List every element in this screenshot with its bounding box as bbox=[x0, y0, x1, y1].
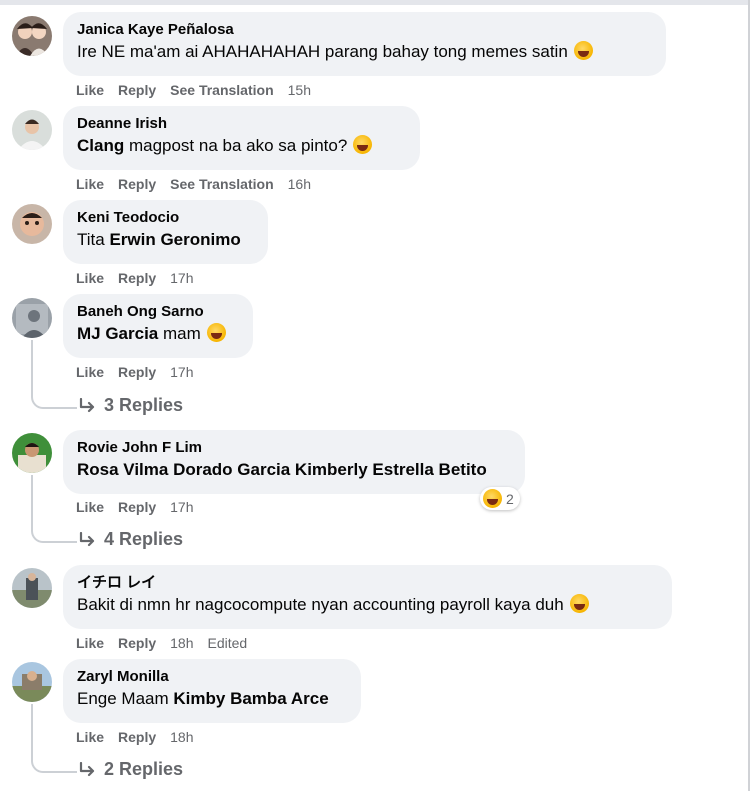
view-replies-button[interactable]: 4 Replies bbox=[78, 529, 183, 550]
thread-line bbox=[31, 704, 77, 773]
comment-author[interactable]: Deanne Irish bbox=[77, 114, 406, 134]
comment-author[interactable]: Janica Kaye Peñalosa bbox=[77, 20, 652, 40]
laughing-emoji-icon bbox=[573, 41, 593, 60]
wink-emoji-icon bbox=[569, 594, 589, 613]
comment-bubble: Keni Teodocio Tita Erwin Geronimo bbox=[63, 200, 268, 264]
see-translation-button[interactable]: See Translation bbox=[170, 82, 273, 98]
avatar[interactable] bbox=[12, 298, 52, 338]
avatar[interactable] bbox=[12, 110, 52, 150]
replies-count: 2 Replies bbox=[104, 759, 184, 779]
comment-bubble: Deanne Irish Clang magpost na ba ako sa … bbox=[63, 106, 420, 170]
avatar[interactable] bbox=[12, 204, 52, 244]
reply-button[interactable]: Reply bbox=[118, 729, 156, 745]
reply-arrow-icon bbox=[79, 531, 95, 546]
comment-timestamp[interactable]: 18h bbox=[170, 635, 193, 651]
like-button[interactable]: Like bbox=[76, 270, 104, 286]
comment-bubble: イチロ レイ Bakit di nmn hr nagcocompute nyan… bbox=[63, 565, 672, 629]
comment-author[interactable]: イチロ レイ bbox=[77, 573, 658, 593]
comment-text: Rosa Vilma Dorado Garcia Kimberly Estrel… bbox=[77, 458, 511, 482]
reaction-badge[interactable]: 2 bbox=[480, 487, 520, 510]
comment-bubble: Janica Kaye Peñalosa Ire NE ma'am ai AHA… bbox=[63, 12, 666, 76]
reply-button[interactable]: Reply bbox=[118, 364, 156, 380]
like-button[interactable]: Like bbox=[76, 635, 104, 651]
comment-actions: Like Reply 18h Edited bbox=[76, 635, 261, 651]
view-replies-button[interactable]: 2 Replies bbox=[78, 759, 183, 780]
avatar[interactable] bbox=[12, 433, 52, 473]
mention-link[interactable]: Rosa Vilma Dorado Garcia Kimberly Estrel… bbox=[77, 460, 487, 479]
comment-timestamp[interactable]: 16h bbox=[288, 176, 311, 192]
thread-line bbox=[31, 340, 77, 409]
comment-text: Ire NE ma'am ai AHAHAHAHAH parang bahay … bbox=[77, 40, 652, 64]
see-translation-button[interactable]: See Translation bbox=[170, 176, 273, 192]
comment-text: Tita Erwin Geronimo bbox=[77, 230, 241, 249]
comment-text: Clang magpost na ba ako sa pinto? bbox=[77, 134, 406, 158]
like-button[interactable]: Like bbox=[76, 729, 104, 745]
reply-button[interactable]: Reply bbox=[118, 635, 156, 651]
comment-actions: Like Reply 18h bbox=[76, 729, 208, 745]
comment-actions: Like Reply 17h bbox=[76, 499, 208, 515]
comment-timestamp[interactable]: 18h bbox=[170, 729, 193, 745]
reply-button[interactable]: Reply bbox=[118, 270, 156, 286]
like-button[interactable]: Like bbox=[76, 82, 104, 98]
comment-author[interactable]: Keni Teodocio bbox=[77, 208, 254, 228]
avatar[interactable] bbox=[12, 662, 52, 702]
thread-line bbox=[31, 475, 77, 543]
comment-bubble: Baneh Ong Sarno MJ Garcia mam bbox=[63, 294, 253, 358]
like-button[interactable]: Like bbox=[76, 499, 104, 515]
reaction-count: 2 bbox=[506, 490, 514, 507]
reply-arrow-icon bbox=[79, 397, 95, 412]
replies-count: 3 Replies bbox=[104, 395, 184, 415]
reply-button[interactable]: Reply bbox=[118, 176, 156, 192]
view-replies-button[interactable]: 3 Replies bbox=[78, 395, 183, 416]
mention-link[interactable]: Kimby Bamba Arce bbox=[173, 689, 328, 708]
comment-text: MJ Garcia mam bbox=[77, 322, 239, 346]
top-divider bbox=[0, 0, 750, 5]
comment-author[interactable]: Zaryl Monilla bbox=[77, 667, 347, 687]
comment-timestamp[interactable]: 17h bbox=[170, 499, 193, 515]
avatar[interactable] bbox=[12, 16, 52, 56]
edited-label: Edited bbox=[207, 635, 248, 651]
comment-timestamp[interactable]: 15h bbox=[288, 82, 311, 98]
comment-actions: Like Reply 17h bbox=[76, 270, 208, 286]
mention-link[interactable]: Clang bbox=[77, 136, 124, 155]
comment-bubble: Rovie John F Lim Rosa Vilma Dorado Garci… bbox=[63, 430, 525, 494]
like-button[interactable]: Like bbox=[76, 364, 104, 380]
comment-text: Bakit di nmn hr nagcocompute nyan accoun… bbox=[77, 593, 658, 617]
comment-actions: Like Reply See Translation 15h bbox=[76, 82, 325, 98]
comment-author[interactable]: Rovie John F Lim bbox=[77, 438, 511, 458]
comment-actions: Like Reply 17h bbox=[76, 364, 208, 380]
avatar[interactable] bbox=[12, 568, 52, 608]
mention-link[interactable]: MJ Garcia bbox=[77, 324, 158, 343]
comment-timestamp[interactable]: 17h bbox=[170, 364, 193, 380]
laughing-emoji-icon bbox=[353, 135, 373, 154]
replies-count: 4 Replies bbox=[104, 529, 184, 549]
mention-link[interactable]: Erwin Geronimo bbox=[109, 230, 240, 249]
comment-actions: Like Reply See Translation 16h bbox=[76, 176, 325, 192]
comment-author[interactable]: Baneh Ong Sarno bbox=[77, 302, 239, 322]
reply-button[interactable]: Reply bbox=[118, 82, 156, 98]
rofl-emoji-icon bbox=[206, 323, 226, 342]
like-button[interactable]: Like bbox=[76, 176, 104, 192]
haha-reaction-icon bbox=[483, 489, 502, 508]
reply-arrow-icon bbox=[79, 761, 95, 776]
reply-button[interactable]: Reply bbox=[118, 499, 156, 515]
comment-bubble: Zaryl Monilla Enge Maam Kimby Bamba Arce bbox=[63, 659, 361, 723]
comment-timestamp[interactable]: 17h bbox=[170, 270, 193, 286]
comment-text: Enge Maam Kimby Bamba Arce bbox=[77, 689, 329, 708]
